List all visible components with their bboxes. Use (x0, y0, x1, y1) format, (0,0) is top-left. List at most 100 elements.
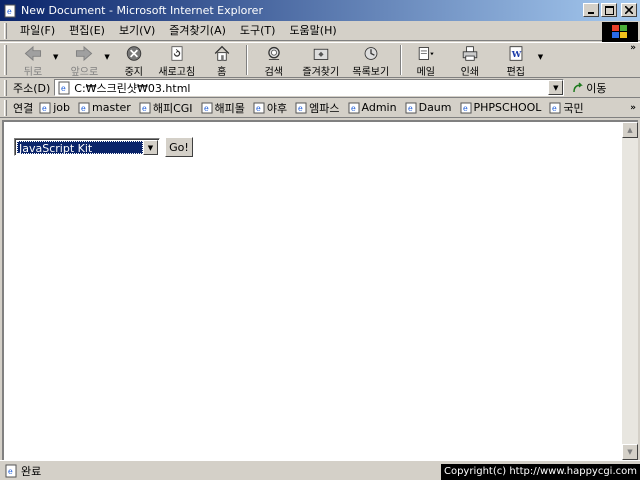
ie-link-icon: e (253, 102, 265, 113)
toolbar-separator (245, 45, 248, 75)
minimize-icon (588, 12, 594, 14)
vertical-scrollbar[interactable]: ▲ ▼ (622, 122, 638, 460)
forward-button[interactable]: 앞으로 (64, 43, 104, 78)
back-button[interactable]: 뒤로 (13, 43, 53, 78)
menu-edit[interactable]: 편집(E) (62, 22, 112, 40)
link-item[interactable]: e PHPSCHOOL (460, 101, 541, 114)
stop-button[interactable]: 중지 (116, 43, 152, 78)
go-button[interactable]: 이동 (572, 80, 607, 96)
maximize-button[interactable] (601, 3, 617, 17)
scroll-up-icon[interactable]: ▲ (622, 122, 638, 138)
address-dropdown-button[interactable]: ▼ (548, 80, 564, 95)
page-icon: e (58, 81, 70, 94)
address-value: C:₩스크린샷₩03.html (74, 81, 191, 95)
menu-file[interactable]: 파일(F) (13, 22, 62, 40)
svg-text:e: e (552, 104, 557, 113)
svg-text:e: e (142, 104, 147, 113)
ie-link-icon: e (549, 102, 561, 113)
windows-logo-icon (602, 22, 638, 42)
chevron-down-icon[interactable]: ▼ (143, 140, 158, 155)
address-input[interactable]: e C:₩스크린샷₩03.html ▼ (54, 79, 565, 96)
toolbar-separator (399, 45, 402, 75)
stop-icon (126, 46, 142, 61)
svg-text:e: e (7, 7, 12, 16)
menu-view[interactable]: 보기(V) (112, 22, 162, 40)
forward-arrow-icon (76, 45, 93, 62)
links-overflow-icon[interactable]: » (630, 103, 636, 113)
close-icon (625, 6, 633, 14)
scroll-down-icon[interactable]: ▼ (622, 444, 638, 460)
edit-dropdown-icon[interactable]: ▼ (538, 53, 543, 61)
mail-icon (418, 47, 434, 60)
print-icon (462, 46, 478, 61)
svg-text:e: e (81, 104, 86, 113)
ie-link-icon: e (139, 102, 151, 113)
history-button[interactable]: 목록보기 (346, 43, 396, 78)
link-item[interactable]: e Admin (348, 101, 397, 114)
svg-text:e: e (351, 104, 356, 113)
toolbar-grip[interactable] (4, 79, 7, 96)
status-text: 완료 (21, 464, 42, 478)
page-content: JavaScript Kit ▼ Go! ▲ ▼ (2, 120, 638, 460)
links-bar: 연결 e job e master e 해피CGI e 해피몰 e 야후 e 엠파스 e Ad… (0, 98, 640, 118)
svg-text:e: e (8, 467, 13, 476)
copyright-banner: Copyright(c) http://www.happycgi.com (440, 464, 640, 480)
go-label: 이동 (586, 81, 607, 95)
address-bar: 주소(D) e C:₩스크린샷₩03.html ▼ 이동 (0, 78, 640, 98)
svg-text:e: e (256, 104, 261, 113)
maximize-icon (604, 5, 614, 15)
link-item[interactable]: e 해피몰 (201, 100, 245, 116)
title-bar: e New Document - Microsoft Internet Expl… (0, 0, 640, 21)
toolbar-grip[interactable] (4, 99, 7, 116)
menu-tools[interactable]: 도구(T) (233, 22, 283, 40)
ie-link-icon: e (39, 102, 51, 113)
print-button[interactable]: 인쇄 (446, 43, 494, 78)
ie-page-icon: e (4, 4, 16, 17)
svg-text:W: W (511, 50, 522, 60)
standard-toolbar: 뒤로 ▼ 앞으로 ▼ 중지 새로고침 홈 검색 즐겨찾기 목록보기 메일 인쇄 … (0, 42, 640, 78)
site-select[interactable]: JavaScript Kit ▼ (14, 138, 160, 156)
back-dropdown-icon[interactable]: ▼ (53, 53, 58, 61)
ie-link-icon: e (348, 102, 360, 113)
home-button[interactable]: 홈 (202, 43, 242, 78)
back-arrow-icon (24, 45, 42, 62)
svg-text:e: e (463, 104, 468, 113)
link-item[interactable]: e 야후 (253, 100, 287, 116)
link-item[interactable]: e Daum (405, 101, 452, 114)
menu-help[interactable]: 도움말(H) (282, 22, 343, 40)
ie-link-icon: e (78, 102, 90, 113)
forward-dropdown-icon[interactable]: ▼ (104, 53, 109, 61)
favorites-folder-icon (313, 48, 329, 60)
edit-icon: W (509, 46, 523, 61)
link-item[interactable]: e job (39, 101, 70, 114)
address-label: 주소(D) (13, 81, 51, 95)
svg-text:e: e (204, 104, 209, 113)
favorites-button[interactable]: 즐겨찾기 (296, 43, 346, 78)
toolbar-overflow-icon[interactable]: » (630, 43, 636, 53)
refresh-button[interactable]: 새로고침 (152, 43, 202, 78)
mail-button[interactable]: 메일 (406, 43, 446, 78)
menu-favorites[interactable]: 즐겨찾기(A) (162, 22, 233, 40)
go-form-button[interactable]: Go! (165, 137, 193, 157)
menu-bar: 파일(F) 편집(E) 보기(V) 즐겨찾기(A) 도구(T) 도움말(H) (0, 21, 640, 41)
ie-link-icon: e (295, 102, 307, 113)
ie-link-icon: e (405, 102, 417, 113)
close-button[interactable] (621, 3, 637, 17)
site-select-value: JavaScript Kit (17, 141, 143, 155)
link-item[interactable]: e 해피CGI (139, 100, 193, 116)
link-item[interactable]: e master (78, 101, 131, 114)
svg-text:e: e (408, 104, 413, 113)
search-button[interactable]: 검색 (252, 43, 296, 78)
ie-status-icon: e (5, 464, 17, 477)
edit-button[interactable]: W 편집 (494, 43, 538, 78)
svg-text:e: e (61, 84, 66, 93)
window-title: New Document - Microsoft Internet Explor… (21, 4, 263, 17)
link-item[interactable]: e 국민 (549, 100, 584, 116)
ie-link-icon: e (460, 102, 471, 113)
link-item[interactable]: e 엠파스 (295, 100, 340, 116)
minimize-button[interactable] (583, 3, 599, 17)
toolbar-grip[interactable] (4, 45, 7, 75)
links-label: 연결 (13, 101, 34, 115)
toolbar-grip[interactable] (4, 22, 7, 39)
go-arrow-icon (573, 81, 584, 92)
